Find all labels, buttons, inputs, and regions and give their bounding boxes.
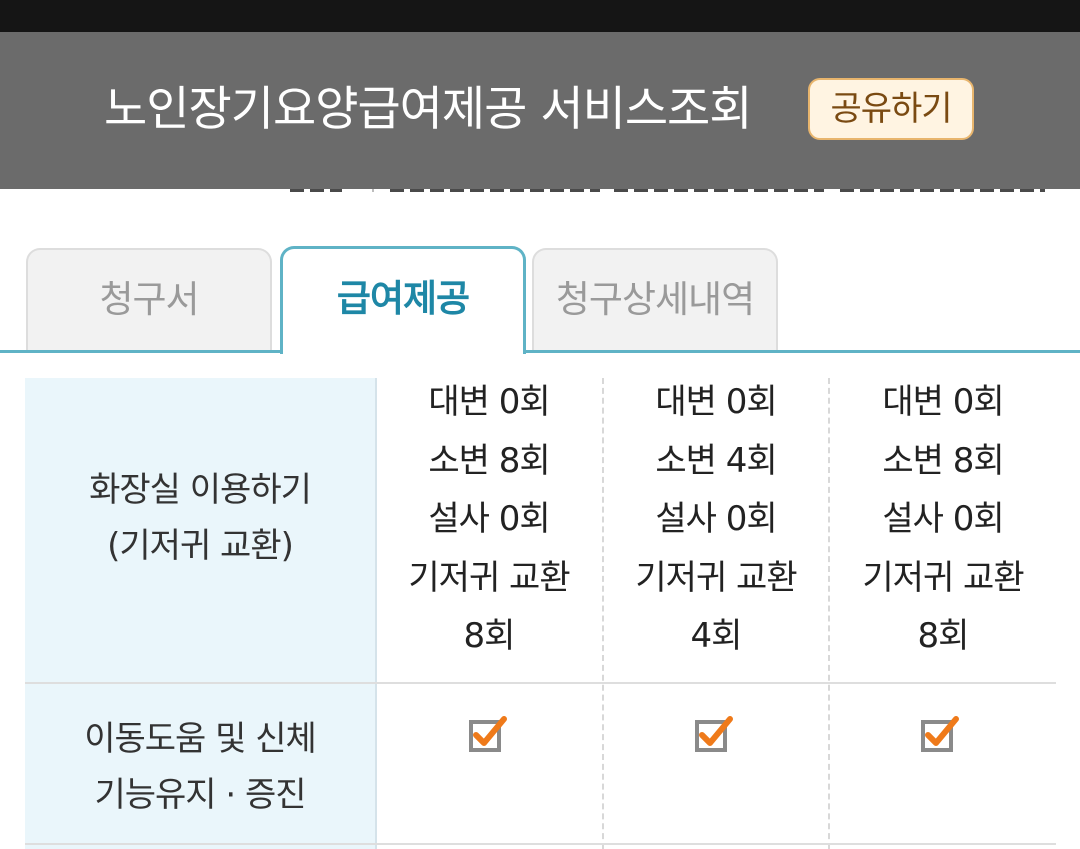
cell-line: 기저귀 교환 bbox=[408, 557, 570, 598]
table-cell: 대변 0회 소변 4회 설사 0회 기저귀 교환 4회 bbox=[603, 373, 829, 666]
tab-claim-details[interactable]: 청구상세내역 bbox=[532, 248, 778, 350]
row-label-toilet: 화장실 이용하기 (기저귀 교환) bbox=[25, 462, 375, 574]
cell-line: 대변 0회 bbox=[428, 382, 550, 422]
tab-benefit-provision[interactable]: 급여제공 bbox=[280, 246, 526, 354]
cell-line: 설사 0회 bbox=[428, 499, 550, 539]
cell-line: 소변 4회 bbox=[655, 440, 777, 481]
page-title: 노인장기요양급여제공 서비스조회 bbox=[104, 82, 753, 137]
row-label-mobility: 이동도움 및 신체 기능유지 · 증진 bbox=[25, 711, 375, 823]
cell-line: 소변 8회 bbox=[882, 440, 1004, 481]
tab-claim[interactable]: 청구서 bbox=[26, 248, 272, 350]
share-button[interactable]: 공유하기 bbox=[808, 78, 974, 140]
checked-checkbox-icon bbox=[695, 716, 733, 752]
cell-line: 설사 0회 bbox=[882, 499, 1004, 539]
cell-line: 4회 bbox=[690, 616, 743, 656]
table-cell: 대변 0회 소변 8회 설사 0회 기저귀 교환 8회 bbox=[830, 373, 1056, 666]
cell-line: 설사 0회 bbox=[655, 499, 777, 539]
cell-line: 대변 0회 bbox=[655, 382, 777, 422]
row-label-line: 화장실 이용하기 bbox=[89, 470, 312, 510]
tab-underline bbox=[0, 350, 1080, 353]
cell-line: 기저귀 교환 bbox=[862, 557, 1024, 598]
checked-checkbox-icon bbox=[921, 716, 959, 752]
row-label-line: 이동도움 및 신체 bbox=[84, 719, 317, 759]
cell-line: 소변 8회 bbox=[428, 440, 550, 481]
status-bar bbox=[0, 0, 1080, 32]
row-label-line: 기능유지 · 증진 bbox=[94, 775, 306, 815]
cell-line: 기저귀 교환 bbox=[635, 557, 797, 598]
cell-line: 8회 bbox=[917, 616, 970, 656]
app-header: 노인장기요양급여제공 서비스조회 공유하기 bbox=[0, 32, 1080, 189]
checked-checkbox-icon bbox=[469, 716, 507, 752]
row-divider bbox=[25, 843, 1056, 845]
row-label-line: (기저귀 교환) bbox=[107, 526, 294, 566]
cell-line: 8회 bbox=[463, 616, 516, 656]
tab-bar: 청구서 급여제공 청구상세내역 bbox=[0, 246, 1080, 354]
table-cell: 대변 0회 소변 8회 설사 0회 기저귀 교환 8회 bbox=[376, 373, 602, 666]
row-divider bbox=[25, 682, 1056, 684]
benefit-table: 화장실 이용하기 (기저귀 교환) 대변 0회 소변 8회 설사 0회 기저귀 … bbox=[25, 378, 1056, 849]
cell-line: 대변 0회 bbox=[882, 382, 1004, 422]
